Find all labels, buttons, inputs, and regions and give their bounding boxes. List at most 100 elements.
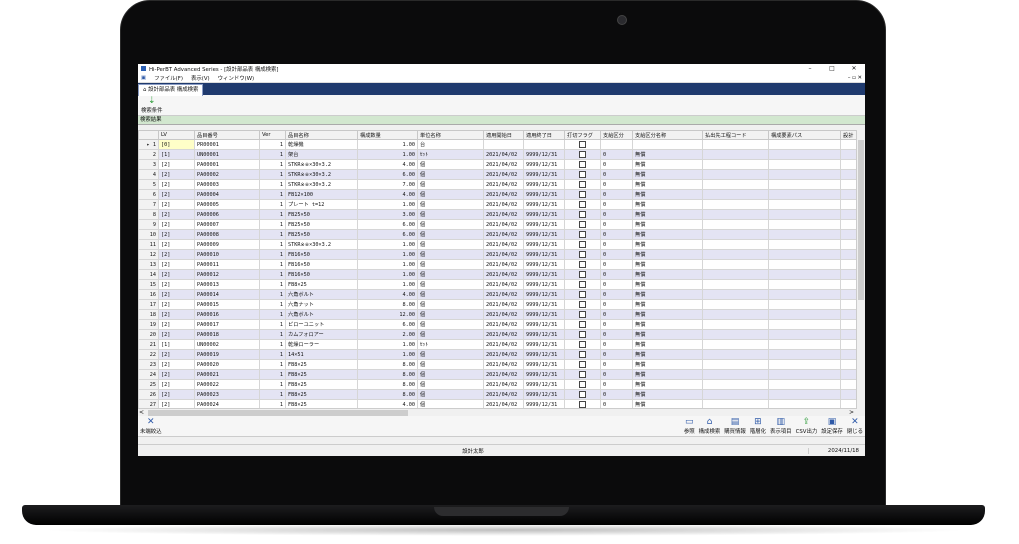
start-date-cell[interactable]: 2021/04/02 (483, 349, 524, 360)
item-name-cell[interactable]: 14×51 (285, 349, 358, 360)
menu-file[interactable]: ファイル(F) (154, 74, 183, 82)
start-date-cell[interactable]: 2021/04/02 (483, 299, 524, 310)
end-date-cell[interactable]: 9999/12/31 (523, 369, 565, 380)
start-date-cell[interactable]: 2021/04/02 (483, 289, 524, 300)
quantity-cell[interactable]: 7.00 (357, 179, 418, 190)
discontinue-checkbox[interactable] (579, 251, 586, 258)
table-row[interactable]: 3 [2] PA00001 1 STKR※※×30×3.2 4.00 個 2021/04/02… (138, 159, 858, 170)
design-cell[interactable] (840, 169, 858, 180)
start-date-cell[interactable] (483, 139, 524, 150)
unit-cell[interactable]: 個 (417, 199, 484, 210)
design-cell[interactable] (840, 159, 858, 170)
supply-type-name-cell[interactable]: 無償 (632, 149, 703, 160)
end-date-cell[interactable]: 9999/12/31 (523, 259, 565, 270)
item-name-cell[interactable]: 乾燥ローラー (285, 339, 358, 350)
start-date-cell[interactable]: 2021/04/02 (483, 389, 524, 400)
supply-type-name-cell[interactable]: 無償 (632, 219, 703, 230)
level-cell[interactable]: [2] (158, 249, 195, 260)
version-cell[interactable]: 1 (259, 219, 286, 230)
table-row[interactable]: 4 [2] PA00002 1 STKR※※×30×3.2 6.00 個 2021/04/02… (138, 169, 858, 180)
discontinue-checkbox[interactable] (579, 201, 586, 208)
component-path-cell[interactable] (768, 349, 841, 360)
supply-type-cell[interactable]: 0 (600, 329, 633, 340)
column-header[interactable]: 品目番号 (194, 130, 260, 140)
item-name-cell[interactable]: カムフォロアー (285, 329, 358, 340)
column-header[interactable]: 構成数量 (357, 130, 418, 140)
item-name-cell[interactable]: FB8×25 (285, 359, 358, 370)
quantity-cell[interactable]: 1.00 (357, 139, 418, 150)
unit-cell[interactable]: 個 (417, 349, 484, 360)
component-path-cell[interactable] (768, 379, 841, 390)
item-code-cell[interactable]: PA00002 (194, 169, 260, 180)
level-cell[interactable]: [2] (158, 389, 195, 400)
tab-config-search[interactable]: ⌂ 設計部品表 構成検索 (138, 84, 204, 96)
display-items-button[interactable]: ▥ 表示項目 (768, 418, 794, 436)
level-cell[interactable]: [2] (158, 239, 195, 250)
item-code-cell[interactable]: PA00014 (194, 289, 260, 300)
quantity-cell[interactable]: 8.00 (357, 369, 418, 380)
supply-type-name-cell[interactable]: 無償 (632, 369, 703, 380)
table-row[interactable]: 26 [2] PA00023 1 FB8×25 8.00 個 2021/04/02 9999/1… (138, 389, 858, 400)
level-cell[interactable]: [2] (158, 349, 195, 360)
item-code-cell[interactable]: PA00009 (194, 239, 260, 250)
supply-type-cell[interactable]: 0 (600, 309, 633, 320)
supply-type-cell[interactable]: 0 (600, 179, 633, 190)
supply-type-cell[interactable]: 0 (600, 289, 633, 300)
start-date-cell[interactable]: 2021/04/02 (483, 189, 524, 200)
config-search-button[interactable]: ⌂ 構成検索 (697, 418, 723, 436)
design-cell[interactable] (840, 389, 858, 400)
minimize-button[interactable]: – (799, 65, 821, 72)
discontinue-flag-cell[interactable] (564, 219, 601, 230)
table-row[interactable]: 21 [1] UN00002 1 乾燥ローラー 1.00 ｾｯﾄ 2021/04/02 9999… (138, 339, 858, 350)
discontinue-flag-cell[interactable] (564, 369, 601, 380)
row-number[interactable]: ▸ 1 (138, 139, 159, 150)
quantity-cell[interactable]: 1.00 (357, 349, 418, 360)
table-row[interactable]: 6 [2] PA00004 1 FB12×100 4.00 個 2021/04/02 9999/… (138, 189, 858, 200)
version-cell[interactable]: 1 (259, 289, 286, 300)
table-row[interactable]: 22 [2] PA00019 1 14×51 1.00 個 2021/04/02 9999/12… (138, 349, 858, 360)
discontinue-flag-cell[interactable] (564, 229, 601, 240)
end-date-cell[interactable]: 9999/12/31 (523, 289, 565, 300)
quantity-cell[interactable]: 6.00 (357, 219, 418, 230)
design-cell[interactable] (840, 369, 858, 380)
quantity-cell[interactable]: 4.00 (357, 289, 418, 300)
design-cell[interactable] (840, 309, 858, 320)
discontinue-checkbox[interactable] (579, 281, 586, 288)
supply-type-name-cell[interactable]: 無償 (632, 329, 703, 340)
item-code-cell[interactable]: PA00024 (194, 399, 260, 408)
item-code-cell[interactable]: PR00001 (194, 139, 260, 150)
unit-cell[interactable]: 個 (417, 279, 484, 290)
version-cell[interactable]: 1 (259, 229, 286, 240)
supply-type-name-cell[interactable]: 無償 (632, 199, 703, 210)
discontinue-checkbox[interactable] (579, 301, 586, 308)
discontinue-flag-cell[interactable] (564, 279, 601, 290)
item-name-cell[interactable]: プレート t=12 (285, 199, 358, 210)
table-row[interactable]: 10 [2] PA00008 1 FB25×50 6.00 個 2021/04/02 9999/… (138, 229, 858, 240)
column-header[interactable]: 打切フラグ (564, 130, 601, 140)
end-date-cell[interactable]: 9999/12/31 (523, 219, 565, 230)
vertical-scroll-thumb[interactable] (858, 140, 864, 300)
discontinue-flag-cell[interactable] (564, 289, 601, 300)
end-date-cell[interactable]: 9999/12/31 (523, 269, 565, 280)
supply-type-cell[interactable]: 0 (600, 399, 633, 408)
unit-cell[interactable]: 個 (417, 229, 484, 240)
supply-type-cell[interactable]: 0 (600, 149, 633, 160)
table-row[interactable]: 13 [2] PA00011 1 FB16×50 1.00 個 2021/04/02 9999/… (138, 259, 858, 270)
end-date-cell[interactable]: 9999/12/31 (523, 179, 565, 190)
design-cell[interactable] (840, 359, 858, 370)
row-number[interactable]: 21 (138, 339, 159, 350)
level-cell[interactable]: [2] (158, 299, 195, 310)
supply-type-cell[interactable]: 0 (600, 269, 633, 280)
component-path-cell[interactable] (768, 339, 841, 350)
level-cell[interactable]: [2] (158, 189, 195, 200)
discontinue-checkbox[interactable] (579, 171, 586, 178)
unit-cell[interactable]: 個 (417, 249, 484, 260)
item-code-cell[interactable]: PA00021 (194, 369, 260, 380)
supply-type-name-cell[interactable]: 無償 (632, 189, 703, 200)
discontinue-flag-cell[interactable] (564, 199, 601, 210)
process-code-cell[interactable] (702, 289, 769, 300)
row-number[interactable]: 23 (138, 359, 159, 370)
discontinue-flag-cell[interactable] (564, 329, 601, 340)
design-cell[interactable] (840, 299, 858, 310)
table-row[interactable]: 7 [2] PA00005 1 プレート t=12 1.00 個 2021/04/02 9999… (138, 199, 858, 210)
